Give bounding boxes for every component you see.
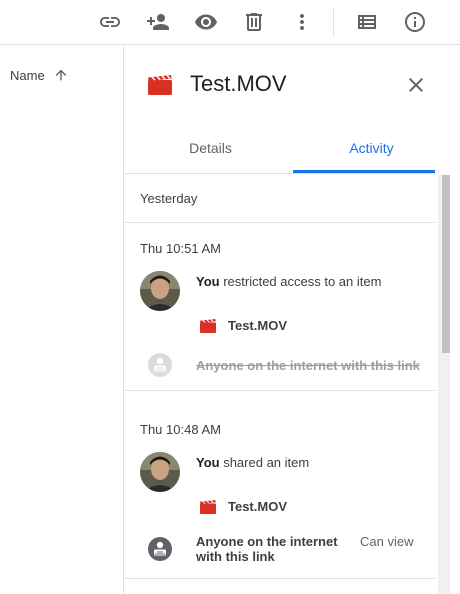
activity-description: You shared an item (196, 455, 309, 470)
toolbar-divider (333, 8, 334, 36)
sort-by-name[interactable]: Name (10, 67, 69, 83)
more-vert-icon[interactable] (288, 8, 316, 36)
permission-role: Can view (360, 534, 414, 549)
sort-label: Name (10, 67, 45, 83)
movie-file-icon (200, 499, 216, 514)
active-tab-indicator (293, 170, 435, 173)
activity-file[interactable]: Test.MOV (200, 499, 287, 514)
file-header: Test.MOV (124, 45, 460, 125)
trash-icon[interactable] (240, 8, 268, 36)
movie-file-icon (200, 318, 216, 333)
tab-details[interactable]: Details (133, 129, 288, 173)
permission-text: Anyone on the internet with this link (196, 358, 420, 373)
toolbar (0, 0, 460, 45)
tab-activity[interactable]: Activity (294, 129, 449, 173)
permission-text: Anyone on the internet with this link (196, 534, 338, 564)
tab-bar: Details Activity (124, 129, 435, 174)
file-list: Name (0, 45, 124, 594)
scrollbar-thumb[interactable] (442, 175, 450, 353)
activity-time: Thu 10:51 AM (140, 241, 221, 256)
list-view-icon[interactable] (353, 8, 381, 36)
public-link-icon (148, 353, 172, 377)
divider (124, 390, 435, 391)
activity-action: restricted access to an item (219, 274, 382, 289)
arrow-up-icon (55, 69, 67, 81)
eye-icon[interactable] (192, 8, 220, 36)
activity-file-name: Test.MOV (228, 318, 287, 333)
activity-file[interactable]: Test.MOV (200, 318, 287, 333)
public-link-icon (148, 537, 172, 561)
info-icon[interactable] (401, 8, 429, 36)
add-person-icon[interactable] (144, 8, 172, 36)
activity-action: shared an item (219, 455, 310, 470)
avatar (140, 271, 180, 311)
activity-actor: You (196, 455, 220, 470)
divider (124, 222, 435, 223)
file-title: Test.MOV (190, 71, 287, 96)
activity-time: Thu 10:48 AM (140, 422, 221, 437)
close-icon[interactable] (404, 73, 428, 97)
activity-description: You restricted access to an item (196, 274, 381, 289)
divider (124, 578, 435, 579)
avatar (140, 452, 180, 492)
activity-file-name: Test.MOV (228, 499, 287, 514)
section-label: Yesterday (140, 191, 198, 206)
movie-file-icon (148, 75, 172, 95)
details-panel: Test.MOV Details Activity Yesterday Thu … (124, 45, 460, 594)
activity-actor: You (196, 274, 220, 289)
link-icon[interactable] (96, 8, 124, 36)
